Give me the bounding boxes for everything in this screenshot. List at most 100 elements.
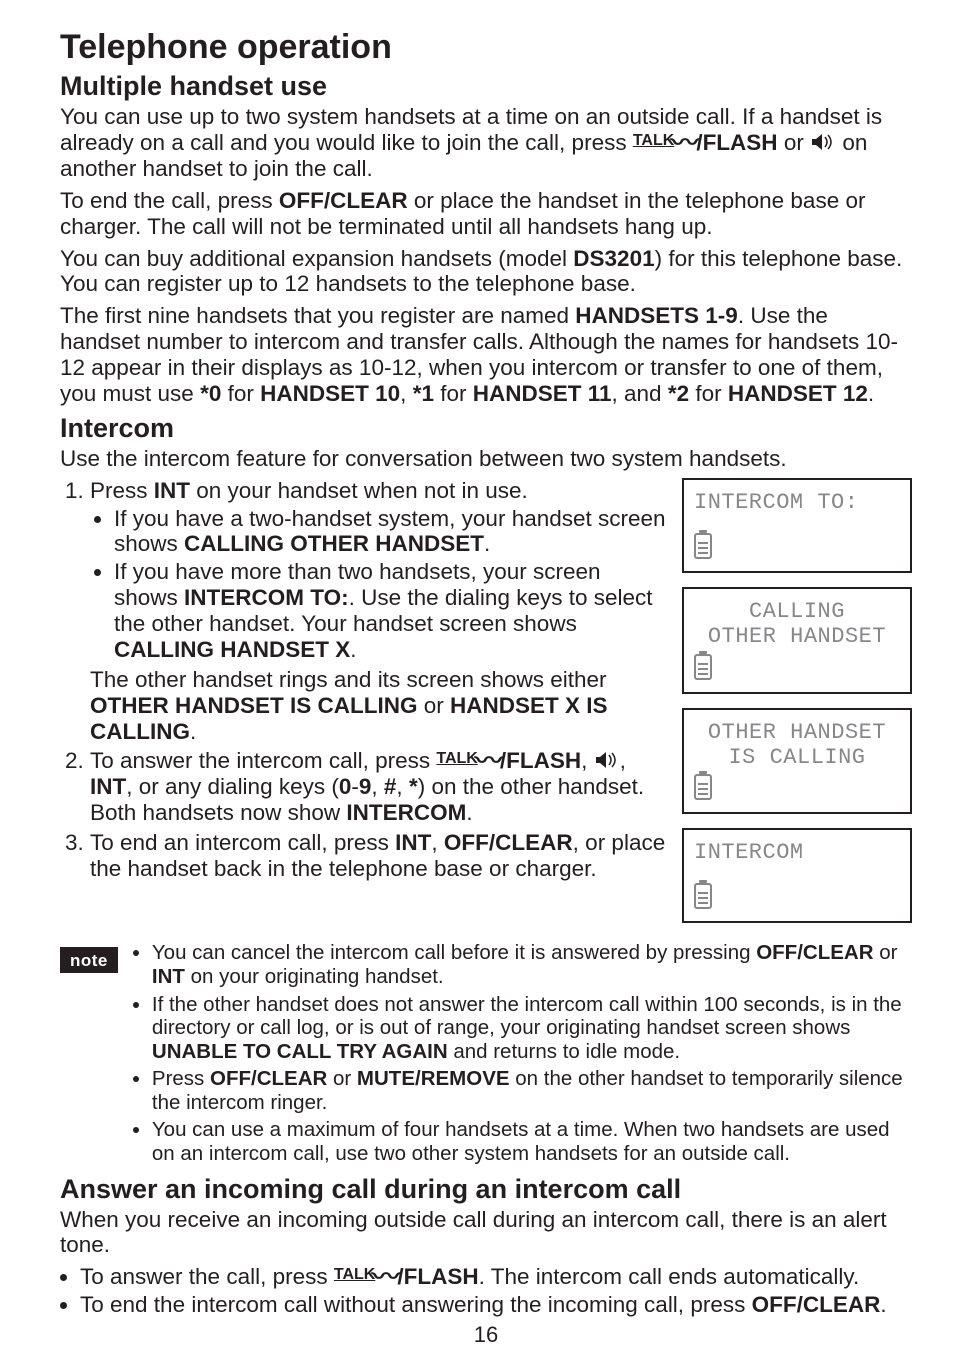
text: - (351, 774, 359, 799)
text-bold: INT (90, 774, 126, 799)
text: for (689, 381, 728, 406)
text: . (350, 637, 356, 662)
text-bold: * (409, 774, 418, 799)
text-bold: INTERCOM TO: (184, 585, 349, 610)
note-badge: note (60, 947, 118, 973)
text: Press (90, 478, 154, 503)
text: To end the intercom call without answeri… (80, 1292, 752, 1317)
text: , (371, 774, 384, 799)
text-smallcaps: CLEAR (803, 1292, 881, 1317)
paragraph: You can use up to two system handsets at… (60, 104, 912, 182)
list-item: You can use a maximum of four handsets a… (152, 1118, 912, 1165)
text: , or any dialing keys ( (126, 774, 339, 799)
text-smallcaps: CLEAR (495, 830, 573, 855)
page-title: Telephone operation (60, 28, 912, 67)
text: or (327, 1067, 357, 1090)
text-bold: HANDSET 12 (728, 381, 868, 406)
battery-icon (694, 883, 712, 909)
text: . The intercom call ends automatically. (479, 1264, 860, 1289)
screen-text: INTERCOM TO: (694, 490, 900, 515)
text-bold: INT (395, 830, 431, 855)
text-smallcaps: REMOVE (421, 1067, 510, 1090)
section-heading-multiple: Multiple handset use (60, 71, 912, 102)
text: for (221, 381, 260, 406)
screen-text: OTHER HANDSET (694, 720, 900, 745)
flash-label: /FLASH (696, 130, 777, 155)
text-smallcaps: CLEAR (330, 188, 408, 213)
text-bold: MUTE/ (357, 1067, 421, 1090)
section-heading-answer: Answer an incoming call during an interc… (60, 1174, 912, 1205)
talk-label: TALK (436, 750, 477, 767)
text: To answer the call, press (80, 1264, 334, 1289)
text-bold: OFF/ (444, 830, 495, 855)
battery-icon (694, 654, 712, 680)
text-bold: OTHER HANDSET IS CALLING (90, 693, 418, 718)
screen-intercom-to: INTERCOM TO: (682, 478, 912, 573)
text-bold: 9 (359, 774, 372, 799)
text-bold: CALLING HANDSET X (114, 637, 350, 662)
text-bold: *1 (413, 381, 434, 406)
text-smallcaps: CLEAR (257, 1067, 328, 1090)
list-item: To answer the call, press TALK〰/FLASH. T… (80, 1264, 912, 1290)
text: , and (612, 381, 668, 406)
text-bold: *0 (200, 381, 221, 406)
paragraph: To end the call, press OFF/CLEAR or plac… (60, 188, 912, 240)
flash-label: /FLASH (397, 1264, 478, 1289)
text: . (880, 1292, 886, 1317)
text: To end the call, press (60, 188, 279, 213)
text: . (466, 800, 472, 825)
text-bold: UNABLE TO CALL TRY AGAIN (152, 1040, 448, 1063)
screen-mockups: INTERCOM TO: CALLING OTHER HANDSET OTHER… (682, 478, 912, 938)
text: You can buy additional expansion handset… (60, 246, 573, 271)
text-bold: OFF/ (279, 188, 330, 213)
text-bold: INT (152, 965, 185, 988)
list-item: To end the intercom call without answeri… (80, 1292, 912, 1318)
text-bold: HANDSETS 1-9 (575, 303, 738, 328)
talk-label: TALK (633, 132, 674, 149)
signal-icon: 〰 (671, 130, 700, 155)
talk-label: TALK (334, 1266, 375, 1283)
text: . (484, 531, 490, 556)
note-block: note You can cancel the intercom call be… (60, 941, 912, 1169)
screen-text: OTHER HANDSET (694, 624, 900, 649)
text: To end an intercom call, press (90, 830, 395, 855)
list-item: Press OFF/CLEAR or MUTE/REMOVE on the ot… (152, 1067, 912, 1114)
text: The first nine handsets that you registe… (60, 303, 575, 328)
screen-calling-other: CALLING OTHER HANDSET (682, 587, 912, 694)
text-bold: DS3201 (573, 246, 654, 271)
battery-icon (694, 774, 712, 800)
text: and returns to idle mode. (448, 1040, 680, 1063)
text-bold: HANDSET 11 (473, 381, 612, 406)
screen-intercom: INTERCOM (682, 828, 912, 923)
text: or (784, 130, 810, 155)
text: , (620, 748, 626, 773)
screen-text: IS CALLING (694, 745, 900, 770)
screen-text: CALLING (694, 599, 900, 624)
paragraph: Use the intercom feature for conversatio… (60, 446, 912, 472)
text: . (868, 381, 874, 406)
note-list: You can cancel the intercom call before … (132, 941, 912, 1169)
flash-label: /FLASH (500, 748, 581, 773)
screen-other-is-calling: OTHER HANDSET IS CALLING (682, 708, 912, 815)
text: , (400, 381, 413, 406)
text: on your handset when not in use. (190, 478, 528, 503)
text-bold: # (384, 774, 397, 799)
page-number: 16 (60, 1322, 912, 1347)
text: for (434, 381, 473, 406)
text: on your originating handset. (185, 965, 444, 988)
battery-icon (694, 533, 712, 559)
signal-icon: 〰 (475, 748, 504, 773)
text-bold: INTERCOM (346, 800, 466, 825)
text-bold: OFF/ (752, 1292, 803, 1317)
speaker-icon (810, 132, 836, 152)
text-bold: OFF/ (210, 1067, 257, 1090)
section-heading-intercom: Intercom (60, 413, 912, 444)
text-bold: OFF/ (756, 941, 803, 964)
text-bold: INT (154, 478, 190, 503)
paragraph: You can buy additional expansion handset… (60, 246, 912, 298)
text: The other handset rings and its screen s… (90, 667, 607, 692)
paragraph: The first nine handsets that you registe… (60, 303, 912, 407)
text-bold: HANDSET 10 (260, 381, 400, 406)
speaker-icon (594, 750, 620, 770)
paragraph: When you receive an incoming outside cal… (60, 1207, 912, 1259)
